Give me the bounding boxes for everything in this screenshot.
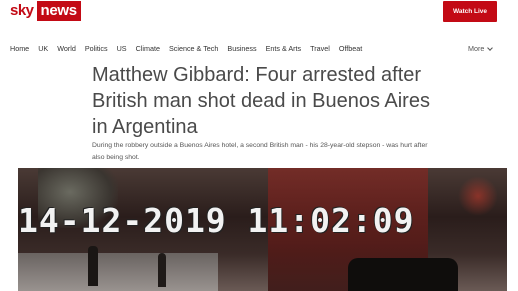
nav-item-home[interactable]: Home bbox=[10, 43, 29, 55]
cctv-timestamp: 14-12-2019 11:02:09 bbox=[18, 201, 415, 240]
nav-item-business[interactable]: Business bbox=[227, 43, 256, 55]
person-figure bbox=[88, 246, 98, 286]
nav-item-science-tech[interactable]: Science & Tech bbox=[169, 43, 218, 55]
vehicle bbox=[348, 258, 458, 291]
more-menu-button[interactable]: More bbox=[468, 43, 494, 55]
chevron-down-icon bbox=[487, 44, 494, 51]
person-figure bbox=[158, 253, 166, 287]
logo-news-text: news bbox=[36, 1, 81, 21]
nav-item-world[interactable]: World bbox=[57, 43, 76, 55]
sky-news-logo[interactable]: sky news bbox=[10, 1, 81, 21]
article-title: Matthew Gibbard: Four arrested after Bri… bbox=[92, 64, 430, 138]
nav-item-travel[interactable]: Travel bbox=[310, 43, 330, 55]
nav-item-us[interactable]: US bbox=[117, 43, 127, 55]
more-label: More bbox=[468, 44, 485, 53]
nav-item-uk[interactable]: UK bbox=[38, 43, 48, 55]
nav-item-offbeat[interactable]: Offbeat bbox=[339, 43, 362, 55]
watch-live-button[interactable]: Watch Live bbox=[443, 1, 497, 22]
logo-sky-text: sky bbox=[10, 1, 37, 21]
article-standfirst: During the robbery outside a Buenos Aire… bbox=[92, 142, 428, 161]
nav-item-politics[interactable]: Politics bbox=[85, 43, 108, 55]
site-header: sky news Watch Live Home UK World Politi… bbox=[0, 0, 518, 62]
main-nav: Home UK World Politics US Climate Scienc… bbox=[10, 43, 371, 55]
nav-item-climate[interactable]: Climate bbox=[136, 43, 160, 55]
nav-item-ents-arts[interactable]: Ents & Arts bbox=[266, 43, 302, 55]
article-cctv-image[interactable]: 14-12-2019 11:02:09 bbox=[18, 168, 507, 291]
